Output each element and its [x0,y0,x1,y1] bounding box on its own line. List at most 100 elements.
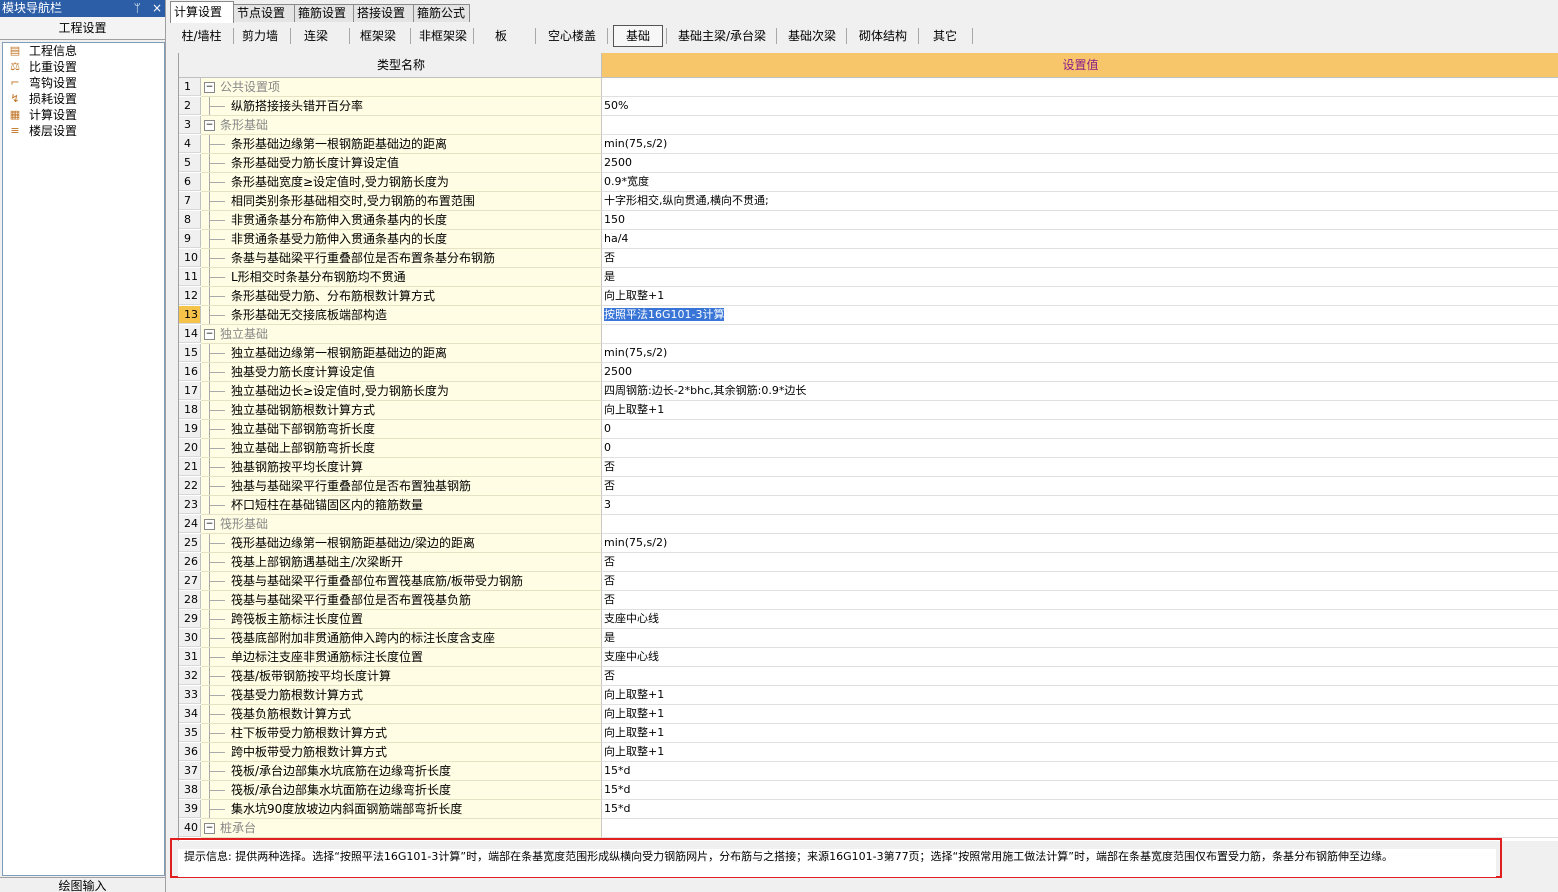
setting-value-cell[interactable] [602,515,1558,534]
setting-row[interactable]: 34 筏基负筋根数计算方式 向上取整+1 [179,705,1558,724]
collapse-toggle-icon[interactable]: − [204,120,215,131]
nav-section-project-settings[interactable]: 工程设置 [0,17,165,40]
setting-row[interactable]: 23 杯口短柱在基础锚固区内的箍筋数量 3 [179,496,1558,515]
setting-value-cell[interactable]: 向上取整+1 [602,287,1558,306]
subtab-8[interactable]: 基础主梁/承台梁 [670,24,774,48]
group-row[interactable]: 14− 独立基础 [179,325,1558,344]
tab-3[interactable]: 搭接设置 [353,4,414,22]
setting-value-cell[interactable]: 否 [602,572,1558,591]
setting-value-cell[interactable]: 15*d [602,800,1558,819]
setting-value-cell[interactable]: 否 [602,477,1558,496]
setting-value-cell[interactable]: 2500 [602,363,1558,382]
group-row[interactable]: 3− 条形基础 [179,116,1558,135]
setting-value-cell[interactable]: 向上取整+1 [602,686,1558,705]
subtab-11[interactable]: 其它 [922,24,968,48]
setting-row[interactable]: 29 跨筏板主筋标注长度位置 支座中心线 [179,610,1558,629]
setting-value-cell[interactable]: 十字形相交,纵向贯通,横向不贯通; [602,192,1558,211]
setting-row[interactable]: 33 筏基受力筋根数计算方式 向上取整+1 [179,686,1558,705]
tab-0[interactable]: 计算设置 [170,1,234,23]
subtab-3[interactable]: 框架梁 [350,24,406,48]
setting-value-cell[interactable] [602,819,1558,838]
tab-2[interactable]: 箍筋设置 [294,4,354,22]
subtab-5[interactable]: 板 [476,24,526,48]
subtab-7[interactable]: 基础 [613,25,663,47]
setting-value-cell[interactable]: 0.9*宽度 [602,173,1558,192]
setting-value-cell[interactable]: 支座中心线 [602,648,1558,667]
setting-value-cell[interactable]: 向上取整+1 [602,401,1558,420]
setting-row[interactable]: 8 非贯通条基分布筋伸入贯通条基内的长度 150 [179,211,1558,230]
setting-row[interactable]: 37 筏板/承台边部集水坑底筋在边缘弯折长度 15*d [179,762,1558,781]
subtab-1[interactable]: 剪力墙 [234,24,286,48]
setting-value-cell[interactable]: 0 [602,420,1558,439]
collapse-toggle-icon[interactable]: − [204,329,215,340]
setting-value-cell[interactable]: 否 [602,667,1558,686]
setting-value-cell[interactable]: 50% [602,97,1558,116]
subtab-4[interactable]: 非框架梁 [414,24,472,48]
setting-value-cell[interactable]: 0 [602,439,1558,458]
nav-item-1[interactable]: ⚖ 比重设置 [3,59,164,75]
setting-value-cell[interactable]: 否 [602,553,1558,572]
setting-row[interactable]: 18 独立基础钢筋根数计算方式 向上取整+1 [179,401,1558,420]
nav-item-2[interactable]: ⌐ 弯钩设置 [3,75,164,91]
tab-1[interactable]: 节点设置 [233,4,295,22]
setting-value-cell[interactable]: 是 [602,629,1558,648]
setting-row[interactable]: 35 柱下板带受力筋根数计算方式 向上取整+1 [179,724,1558,743]
setting-value-cell[interactable] [602,325,1558,344]
setting-row[interactable]: 39 集水坑90度放坡边内斜面钢筋端部弯折长度 15*d [179,800,1558,819]
setting-value-cell[interactable]: 15*d [602,762,1558,781]
group-row[interactable]: 24− 筏形基础 [179,515,1558,534]
setting-row[interactable]: 19 独立基础下部钢筋弯折长度 0 [179,420,1558,439]
group-row[interactable]: 1− 公共设置项 [179,78,1558,97]
setting-value-cell[interactable] [602,78,1558,97]
setting-value-cell[interactable]: 2500 [602,154,1558,173]
setting-row[interactable]: 38 筏板/承台边部集水坑面筋在边缘弯折长度 15*d [179,781,1558,800]
setting-row[interactable]: 28 筏基与基础梁平行重叠部位是否布置筏基负筋 否 [179,591,1558,610]
setting-row[interactable]: 6 条形基础宽度≥设定值时,受力钢筋长度为 0.9*宽度 [179,173,1558,192]
setting-row[interactable]: 26 筏基上部钢筋遇基础主/次梁断开 否 [179,553,1558,572]
setting-row[interactable]: 21 独基钢筋按平均长度计算 否 [179,458,1558,477]
nav-item-5[interactable]: ≡ 楼层设置 [3,123,164,139]
subtab-2[interactable]: 连梁 [291,24,341,48]
setting-row[interactable]: 15 独立基础边缘第一根钢筋距基础边的距离 min(75,s/2) [179,344,1558,363]
col-header-name[interactable]: 类型名称 [201,53,602,78]
setting-row[interactable]: 27 筏基与基础梁平行重叠部位布置筏基底筋/板带受力钢筋 否 [179,572,1558,591]
setting-value-cell[interactable]: min(75,s/2) [602,534,1558,553]
setting-value-cell[interactable]: 3 [602,496,1558,515]
setting-row[interactable]: 17 独立基础边长≥设定值时,受力钢筋长度为 四周钢筋:边长-2*bhc,其余钢筋:… [179,382,1558,401]
col-header-value[interactable]: 设置值 [602,53,1558,78]
setting-value-cell[interactable]: 15*d [602,781,1558,800]
setting-row[interactable]: 9 非贯通条基受力筋伸入贯通条基内的长度 ha/4 [179,230,1558,249]
subtab-0[interactable]: 柱/墙柱 [174,24,229,48]
setting-row[interactable]: 2 纵筋搭接接头错开百分率 50% [179,97,1558,116]
setting-value-cell[interactable]: 支座中心线 [602,610,1558,629]
nav-item-4[interactable]: ▦ 计算设置 [3,107,164,123]
setting-row[interactable]: 32 筏基/板带钢筋按平均长度计算 否 [179,667,1558,686]
subtab-6[interactable]: 空心楼盖 [536,24,608,48]
setting-row[interactable]: 4 条形基础边缘第一根钢筋距基础边的距离 min(75,s/2) [179,135,1558,154]
setting-value-cell[interactable]: 四周钢筋:边长-2*bhc,其余钢筋:0.9*边长 [602,382,1558,401]
collapse-toggle-icon[interactable]: − [204,82,215,93]
setting-row[interactable]: 7 相同类别条形基础相交时,受力钢筋的布置范围 十字形相交,纵向贯通,横向不贯通; [179,192,1558,211]
nav-item-3[interactable]: ↯ 损耗设置 [3,91,164,107]
setting-row[interactable]: 10 条基与基础梁平行重叠部位是否布置条基分布钢筋 否 [179,249,1558,268]
setting-row[interactable]: 36 跨中板带受力筋根数计算方式 向上取整+1 [179,743,1558,762]
subtab-10[interactable]: 砌体结构 [850,24,916,48]
setting-value-cell[interactable]: 向上取整+1 [602,705,1558,724]
setting-value-cell[interactable] [602,116,1558,135]
setting-row[interactable]: 25 筏形基础边缘第一根钢筋距基础边/梁边的距离 min(75,s/2) [179,534,1558,553]
setting-row[interactable]: 12 条形基础受力筋、分布筋根数计算方式 向上取整+1 [179,287,1558,306]
collapse-toggle-icon[interactable]: − [204,823,215,834]
collapse-toggle-icon[interactable]: − [204,519,215,530]
setting-row[interactable]: 20 独立基础上部钢筋弯折长度 0 [179,439,1558,458]
setting-value-cell[interactable]: 按照平法16G101-3计算 [602,306,1558,325]
close-icon[interactable]: × [151,0,163,17]
setting-value-cell[interactable]: 否 [602,458,1558,477]
setting-value-cell[interactable]: 向上取整+1 [602,724,1558,743]
setting-value-cell[interactable]: min(75,s/2) [602,135,1558,154]
nav-item-0[interactable]: ▤ 工程信息 [3,43,164,59]
setting-value-cell[interactable]: 否 [602,249,1558,268]
nav-drawing-input[interactable]: 绘图输入 [0,877,165,892]
group-row[interactable]: 40− 桩承台 [179,819,1558,838]
setting-value-cell[interactable]: 是 [602,268,1558,287]
setting-row[interactable]: 16 独基受力筋长度计算设定值 2500 [179,363,1558,382]
